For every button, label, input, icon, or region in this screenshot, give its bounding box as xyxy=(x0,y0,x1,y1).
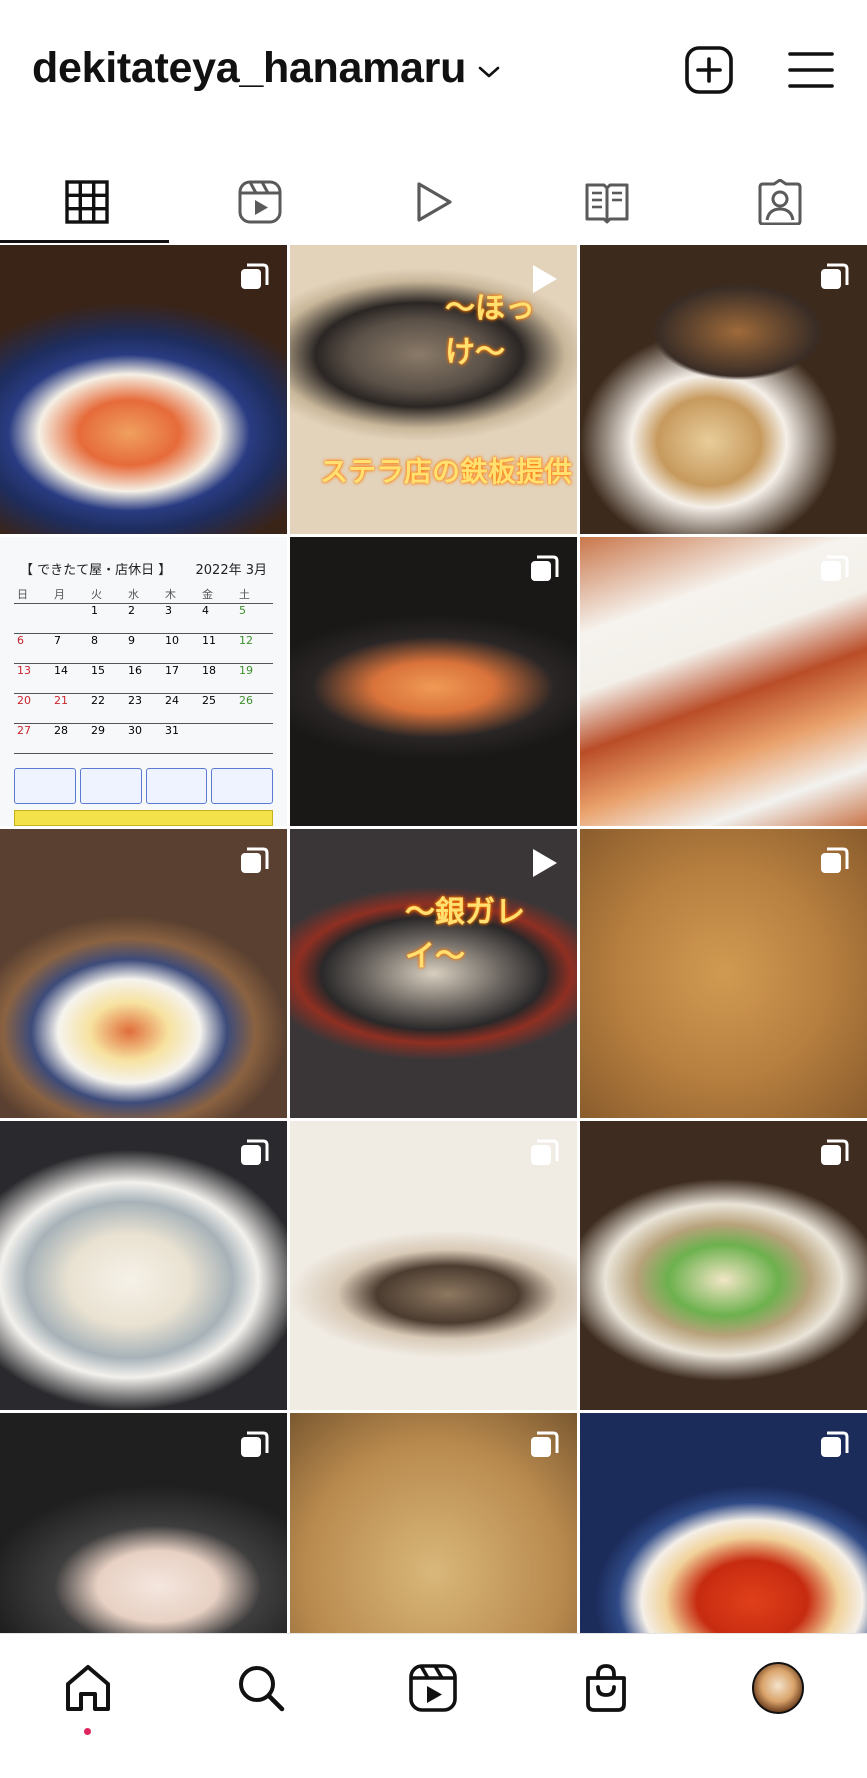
nav-reels[interactable] xyxy=(405,1660,461,1716)
account-switcher[interactable]: dekitateya_hanamaru xyxy=(32,44,500,93)
overlay-text: 〜ほっけ〜 xyxy=(445,291,535,370)
post-thumbnail[interactable] xyxy=(0,1413,287,1633)
post-thumbnail[interactable]: 〜銀ガレイ〜 xyxy=(290,829,577,1118)
post-thumbnail[interactable] xyxy=(580,829,867,1118)
post-thumbnail[interactable] xyxy=(290,1121,577,1410)
plus-square-icon[interactable] xyxy=(683,44,735,96)
nav-profile[interactable] xyxy=(750,1660,806,1716)
avatar xyxy=(752,1662,804,1714)
reels-icon xyxy=(238,180,282,224)
calendar-hours-boxes xyxy=(14,768,273,804)
tab-reels[interactable] xyxy=(173,160,346,244)
carousel-icon xyxy=(531,1431,559,1457)
guide-book-icon xyxy=(585,183,629,224)
carousel-icon xyxy=(821,1431,849,1457)
post-thumbnail[interactable] xyxy=(0,829,287,1118)
nav-home[interactable] xyxy=(60,1660,116,1716)
reels-icon xyxy=(409,1664,457,1712)
tab-grid[interactable] xyxy=(0,160,173,244)
play-icon xyxy=(417,182,453,222)
post-thumbnail[interactable] xyxy=(580,1121,867,1410)
chevron-down-icon xyxy=(478,66,500,77)
tab-guides[interactable] xyxy=(520,160,693,244)
post-thumbnail[interactable] xyxy=(580,1413,867,1633)
carousel-icon xyxy=(821,555,849,581)
carousel-icon xyxy=(241,1431,269,1457)
nav-shop[interactable] xyxy=(578,1660,634,1716)
activity-dot xyxy=(84,1728,91,1735)
active-tab-indicator xyxy=(0,240,169,243)
hamburger-menu-icon[interactable] xyxy=(785,44,837,96)
play-icon xyxy=(533,265,557,293)
shopping-bag-icon xyxy=(586,1664,626,1712)
carousel-icon xyxy=(241,263,269,289)
carousel-icon xyxy=(531,1139,559,1165)
post-thumbnail[interactable]: 【 できたて屋・店休日 】 2022年 3月 日 月 火 水 木 金 土 1 2… xyxy=(0,537,287,826)
tagged-person-icon xyxy=(758,179,802,225)
post-thumbnail[interactable] xyxy=(0,1121,287,1410)
grid-icon xyxy=(64,180,109,224)
play-icon xyxy=(533,849,557,877)
tab-tagged[interactable] xyxy=(694,160,867,244)
calendar-grid: 日 月 火 水 木 金 土 1 2 3 4 5 6 7 8 9 10 11 12… xyxy=(14,586,273,754)
overlay-text: ステラ店の鉄板提供 xyxy=(320,455,573,488)
post-thumbnail[interactable] xyxy=(580,245,867,534)
calendar-title: 【 できたて屋・店休日 】 xyxy=(20,563,172,578)
username: dekitateya_hanamaru xyxy=(32,44,467,92)
carousel-icon xyxy=(241,847,269,873)
tab-videos[interactable] xyxy=(347,160,520,244)
overlay-text: 〜銀ガレイ〜 xyxy=(405,895,525,974)
carousel-icon xyxy=(821,847,849,873)
post-thumbnail[interactable] xyxy=(290,1413,577,1633)
calendar-month: 2022年 3月 xyxy=(195,563,268,578)
carousel-icon xyxy=(241,1139,269,1165)
search-icon xyxy=(239,1666,285,1712)
profile-tabs xyxy=(0,160,867,244)
post-thumbnail[interactable] xyxy=(580,537,867,826)
post-thumbnail[interactable] xyxy=(0,245,287,534)
calendar-footer-note xyxy=(14,810,273,826)
carousel-icon xyxy=(821,263,849,289)
post-thumbnail[interactable]: 〜ほっけ〜 ステラ店の鉄板提供 xyxy=(290,245,577,534)
carousel-icon xyxy=(821,1139,849,1165)
profile-header: dekitateya_hanamaru xyxy=(0,0,867,140)
nav-search[interactable] xyxy=(233,1660,289,1716)
carousel-icon xyxy=(531,555,559,581)
post-thumbnail[interactable] xyxy=(290,537,577,826)
bottom-nav xyxy=(0,1633,867,1778)
home-icon xyxy=(66,1665,110,1711)
calendar-image: 【 できたて屋・店休日 】 2022年 3月 日 月 火 水 木 金 土 1 2… xyxy=(0,537,287,826)
post-grid: 〜ほっけ〜 ステラ店の鉄板提供 【 できたて屋・店休日 】 2022年 3月 日… xyxy=(0,245,867,1633)
